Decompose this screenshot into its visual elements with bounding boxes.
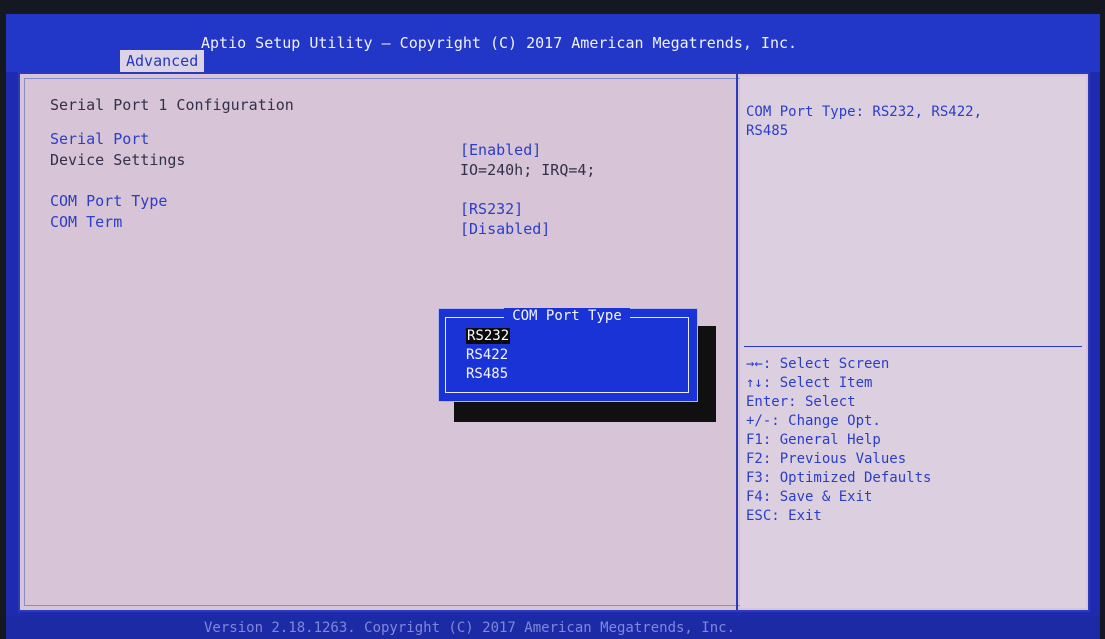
key-esc-exit: ESC: Exit: [746, 508, 822, 524]
panel-divider: [736, 74, 738, 610]
setting-com-port-type-label[interactable]: COM Port Type: [50, 192, 167, 210]
key-general-help: F1: General Help: [746, 432, 881, 448]
key-enter-select: Enter: Select: [746, 394, 856, 410]
help-panel: COM Port Type: RS232, RS422, RS485 →←: S…: [740, 76, 1086, 608]
setting-serial-port-value[interactable]: [Enabled]: [460, 141, 541, 159]
key-previous-values: F2: Previous Values: [746, 451, 907, 467]
footer-version-text: Version 2.18.1263. Copyright (C) 2017 Am…: [204, 620, 736, 636]
tab-advanced[interactable]: Advanced: [120, 50, 205, 72]
help-separator: [744, 346, 1082, 347]
footer-bar: Version 2.18.1263. Copyright (C) 2017 Am…: [6, 616, 1100, 639]
setting-com-port-type-value[interactable]: [RS232]: [460, 200, 523, 218]
setting-device-settings-value: IO=240h; IRQ=4;: [460, 161, 596, 179]
bios-screen: Aptio Setup Utility – Copyright (C) 2017…: [6, 14, 1100, 639]
setting-serial-port-label[interactable]: Serial Port: [50, 130, 149, 148]
popup-option-rs232[interactable]: RS232: [466, 328, 511, 344]
setting-com-term-value[interactable]: [Disabled]: [460, 220, 550, 238]
key-optimized-defaults: F3: Optimized Defaults: [746, 470, 932, 486]
key-change-opt: +/-: Change Opt.: [746, 413, 881, 429]
header-bar: Aptio Setup Utility – Copyright (C) 2017…: [6, 14, 1100, 72]
setting-device-settings-label: Device Settings: [50, 151, 186, 169]
popup-title-wrap: COM Port Type: [446, 308, 688, 324]
popup-frame: COM Port Type RS232 RS422 RS485: [445, 308, 689, 393]
com-port-type-popup: COM Port Type RS232 RS422 RS485: [438, 308, 698, 402]
popup-title: COM Port Type: [504, 308, 630, 324]
help-description-line1: COM Port Type: RS232, RS422,: [746, 104, 983, 120]
key-save-exit: F4: Save & Exit: [746, 489, 873, 505]
header-title: Aptio Setup Utility – Copyright (C) 2017…: [201, 34, 798, 52]
key-select-item: ↑↓: Select Item: [746, 375, 873, 391]
popup-option-rs422[interactable]: RS422: [466, 347, 508, 363]
key-select-screen: →←: Select Screen: [746, 356, 890, 372]
popup-option-rs485[interactable]: RS485: [466, 366, 508, 382]
setting-com-term-label[interactable]: COM Term: [50, 213, 122, 231]
section-title: Serial Port 1 Configuration: [50, 96, 294, 114]
help-description-line2: RS485: [746, 123, 789, 139]
